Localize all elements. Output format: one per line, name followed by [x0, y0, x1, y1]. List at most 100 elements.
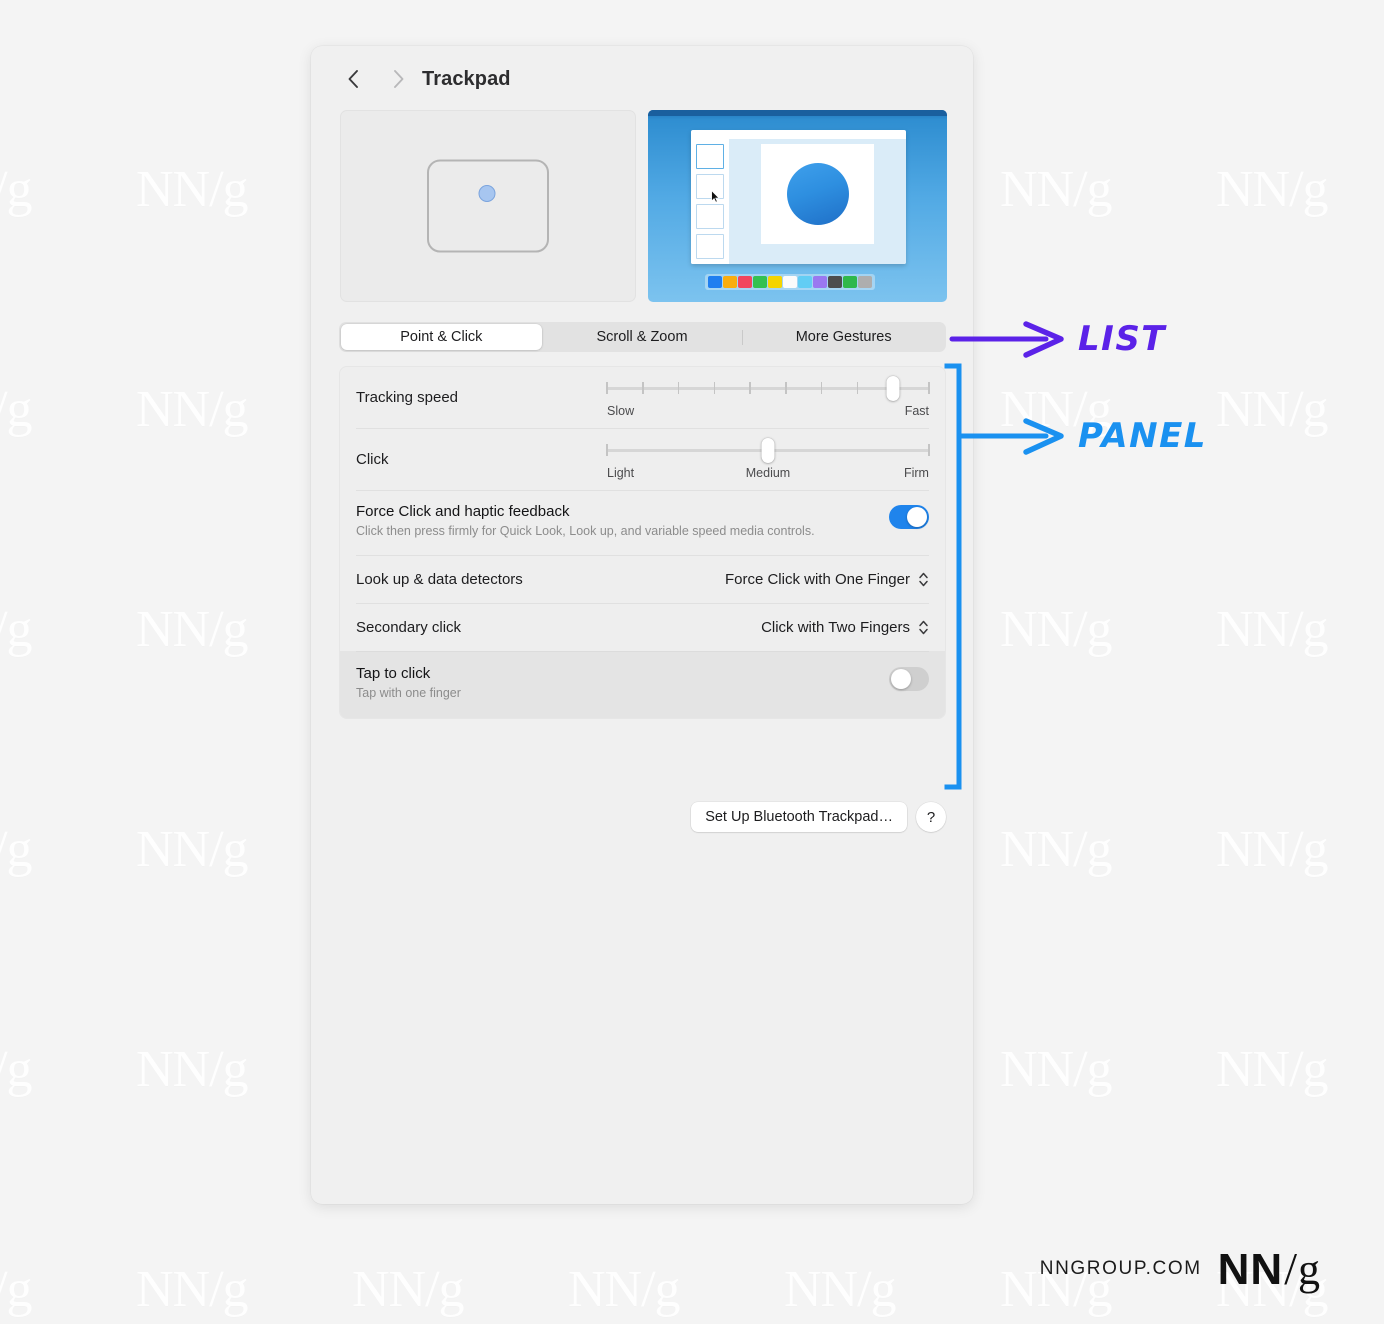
row-label: Secondary click: [356, 618, 462, 636]
row-secondary-click: Secondary click Click with Two Fingers: [340, 602, 945, 651]
watermark-text: NN/g: [0, 601, 33, 658]
slider-tick: [856, 382, 859, 394]
slider-tick: [713, 382, 716, 394]
tab-label: Point & Click: [400, 329, 483, 345]
tap-to-click-toggle[interactable]: [889, 666, 929, 691]
mouse-cursor-icon: [711, 190, 720, 203]
watermark-text: NN/g: [1216, 161, 1329, 218]
watermark-text: NN/g: [136, 161, 249, 218]
slider-thumb[interactable]: [886, 376, 900, 401]
watermark-text: NN/g: [0, 1261, 33, 1318]
slider-tick: [606, 382, 608, 394]
chevron-up-down-icon: [917, 619, 929, 636]
slider-scale-labels: Slow Fast: [607, 404, 929, 418]
tab-more-gestures[interactable]: More Gestures: [743, 324, 944, 350]
logo-g: g: [1298, 1245, 1320, 1294]
row-click: Click Light Medium Firm: [340, 428, 945, 490]
settings-card: Tracking speed Slow Fast Click Light Med…: [339, 366, 946, 719]
color-swatch: [798, 276, 812, 288]
slide-thumbnail: [696, 144, 724, 169]
watermark-text: NN/g: [136, 821, 249, 878]
footer-branding: NNGROUP.COM NN / g: [1040, 1246, 1320, 1292]
blue-circle-shape: [786, 163, 849, 225]
row-force-click: Force Click and haptic feedback Click th…: [340, 490, 945, 555]
nng-logo: NN / g: [1218, 1246, 1320, 1292]
slider-scale-labels: Light Medium Firm: [607, 466, 929, 480]
slider-tick: [928, 444, 930, 456]
row-description: Tap with one finger: [356, 685, 461, 700]
demo-app-canvas: [761, 144, 874, 244]
watermark-text: NN/g: [0, 1041, 33, 1098]
color-swatch: [813, 276, 827, 288]
watermark-text: NN/g: [1216, 381, 1329, 438]
tab-label: More Gestures: [795, 329, 892, 345]
chevron-right-icon: [386, 64, 412, 94]
gesture-video-thumbnail[interactable]: [648, 110, 947, 302]
slider-ticks: [606, 382, 930, 394]
annotation-label-panel: PANEL: [1078, 416, 1207, 456]
video-topbar: [648, 110, 947, 116]
popup-value: Force Click with One Finger: [724, 570, 910, 588]
chevron-up-down-icon: [917, 571, 929, 588]
chevron-left-icon[interactable]: [340, 64, 366, 94]
tab-scroll-and-zoom[interactable]: Scroll & Zoom: [542, 324, 743, 350]
slider-tick: [749, 382, 751, 394]
help-button[interactable]: ?: [916, 802, 946, 832]
page-title: Trackpad: [422, 67, 511, 90]
row-description: Click then press firmly for Quick Look, …: [356, 524, 815, 538]
row-tap-to-click: Tap to click Tap with one finger: [340, 650, 945, 718]
watermark-text: NN/g: [784, 1261, 897, 1318]
demo-app-canvas-wrap: [729, 139, 906, 264]
setup-bluetooth-trackpad-button[interactable]: Set Up Bluetooth Trackpad…: [691, 802, 907, 832]
slider-min-label: Light: [607, 466, 635, 480]
watermark-text: NN/g: [136, 601, 249, 658]
row-tracking-speed: Tracking speed Slow Fast: [340, 367, 945, 428]
slider-max-label: Fast: [904, 404, 929, 418]
row-label: Force Click and haptic feedback: [356, 503, 570, 520]
force-click-toggle[interactable]: [889, 505, 929, 529]
demo-app-sidebar: [691, 139, 729, 264]
watermark-text: NN/g: [1216, 821, 1329, 878]
slide-thumbnail: [696, 234, 724, 259]
watermark-text: NN/g: [136, 1041, 249, 1098]
slider-tick: [785, 382, 787, 394]
slide-thumbnail: [696, 204, 724, 229]
look-up-popup-button[interactable]: Force Click with One Finger: [725, 571, 929, 588]
window-titlebar: Trackpad: [311, 46, 973, 112]
tracking-speed-slider[interactable]: Slow Fast: [606, 376, 930, 418]
watermark-text: NN/g: [136, 1261, 249, 1318]
color-swatch: [783, 276, 797, 288]
row-label: Tap to click: [356, 664, 431, 682]
slider-tick: [606, 444, 608, 456]
toggle-knob: [891, 668, 911, 689]
color-swatch: [708, 276, 722, 288]
color-swatch: [843, 276, 857, 288]
slider-min-label: Slow: [607, 404, 635, 418]
watermark-text: NN/g: [136, 381, 249, 438]
watermark-text: NN/g: [0, 381, 33, 438]
logo-slash: /: [1284, 1243, 1297, 1294]
watermark-text: NN/g: [1000, 821, 1113, 878]
tab-point-and-click[interactable]: Point & Click: [341, 324, 542, 350]
row-look-up: Look up & data detectors Force Click wit…: [340, 554, 945, 603]
segmented-tab-bar[interactable]: Point & Click Scroll & Zoom More Gesture…: [339, 322, 946, 352]
slider-max-label: Firm: [903, 466, 929, 480]
color-swatch: [738, 276, 752, 288]
slider-mid-label: Medium: [745, 466, 791, 480]
color-swatch: [753, 276, 767, 288]
color-swatch: [858, 276, 872, 288]
secondary-click-popup-button[interactable]: Click with Two Fingers: [761, 619, 929, 636]
watermark-text: NN/g: [1000, 1041, 1113, 1098]
watermark-text: NN/g: [1000, 381, 1113, 438]
slider-thumb[interactable]: [761, 438, 775, 463]
preview-row: [340, 110, 947, 302]
watermark-text: NN/g: [1000, 601, 1113, 658]
slider-tick: [820, 382, 823, 394]
color-swatch: [828, 276, 842, 288]
row-label: Click: [356, 451, 389, 468]
screenshot-root: NN/g NN/g NN/g NN/g NN/g NN/g NN/g NN/g NN/g NN/g…: [0, 0, 1384, 1324]
row-label: Look up & data detectors: [356, 570, 523, 588]
click-slider[interactable]: Light Medium Firm: [606, 438, 930, 480]
toggle-knob: [907, 507, 927, 527]
watermark-text: NN/g: [0, 161, 33, 218]
